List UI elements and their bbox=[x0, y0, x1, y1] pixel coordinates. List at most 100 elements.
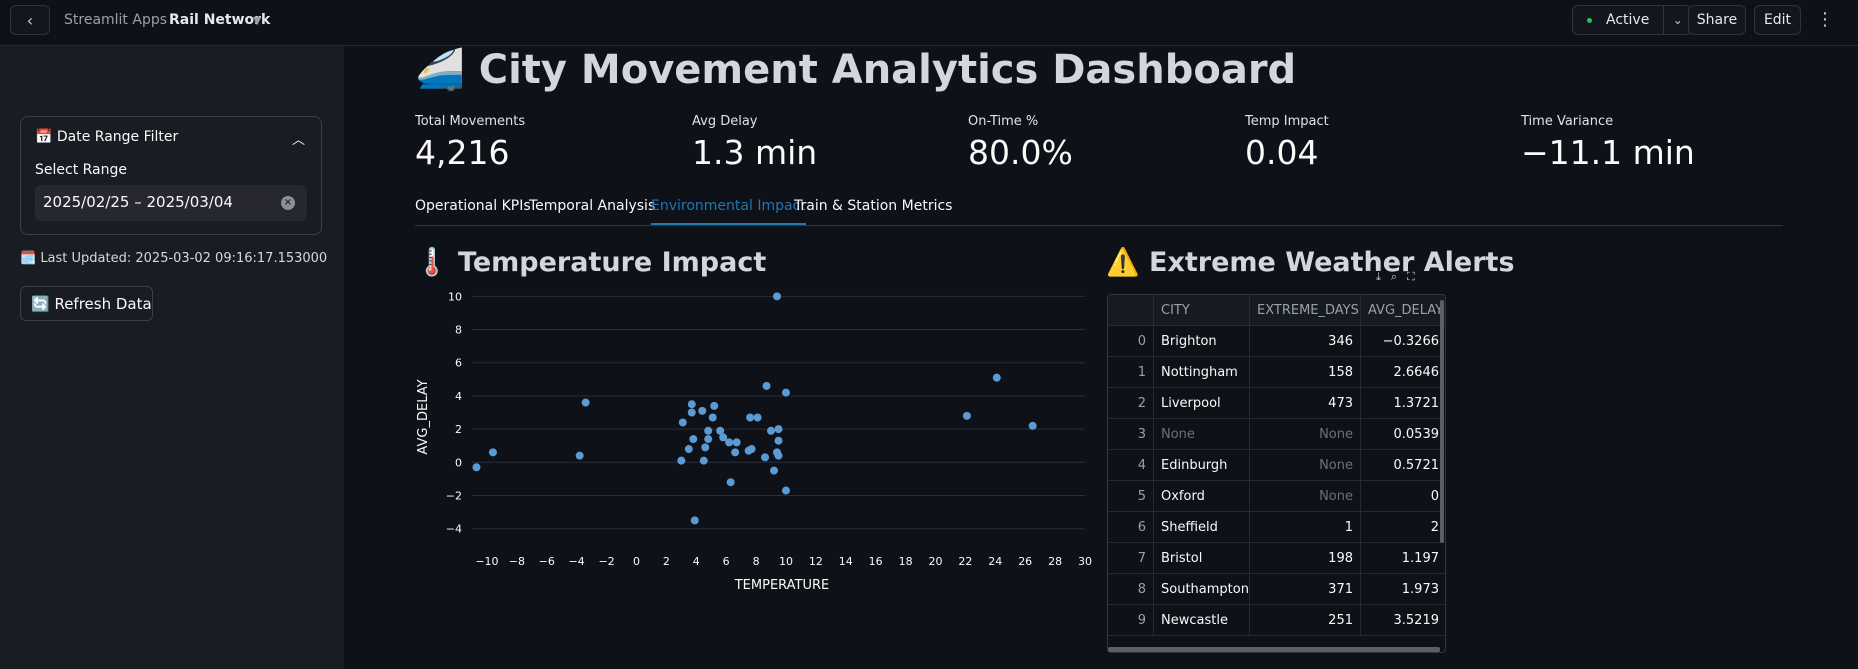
breadcrumb-apps[interactable]: Streamlit Apps bbox=[64, 12, 167, 28]
scatter-point[interactable] bbox=[774, 451, 783, 460]
table-cell[interactable]: 0.5721 bbox=[1361, 450, 1445, 481]
date-range-expander[interactable]: 📅 Date Range Filter ︿ Select Range 2025/… bbox=[20, 116, 322, 235]
temperature-scatter-chart[interactable]: −4−20246810 −10 −8 −6 −4 −2 0 2 4 6 8 10 12 14 16 18 20… bbox=[410, 283, 1100, 603]
table-cell[interactable]: Newcastle bbox=[1154, 605, 1250, 636]
chevron-up-icon[interactable]: ︿ bbox=[292, 129, 305, 148]
scatter-point[interactable] bbox=[689, 435, 698, 444]
scatter-point[interactable] bbox=[488, 448, 497, 457]
table-horizontal-scrollbar[interactable] bbox=[1108, 647, 1440, 652]
share-button[interactable]: Share bbox=[1688, 5, 1746, 35]
table-cell[interactable]: 1 bbox=[1108, 357, 1154, 388]
table-cell[interactable]: 8 bbox=[1108, 574, 1154, 605]
table-cell[interactable]: 5 bbox=[1108, 481, 1154, 512]
scatter-point[interactable] bbox=[781, 388, 790, 397]
clear-icon[interactable]: × bbox=[281, 196, 295, 210]
table-cell[interactable]: 0.0539 bbox=[1361, 419, 1445, 450]
scatter-point[interactable] bbox=[774, 436, 783, 445]
table-cell[interactable]: 7 bbox=[1108, 543, 1154, 574]
scatter-point[interactable] bbox=[731, 448, 740, 457]
scatter-point[interactable] bbox=[962, 411, 971, 420]
table-cell[interactable]: Brighton bbox=[1154, 326, 1250, 357]
table-cell[interactable]: 346 bbox=[1250, 326, 1361, 357]
scatter-point[interactable] bbox=[762, 381, 771, 390]
scatter-point[interactable] bbox=[581, 398, 590, 407]
table-cell[interactable]: 1.197 bbox=[1361, 543, 1445, 574]
table-cell[interactable]: 2 bbox=[1108, 388, 1154, 419]
table-cell[interactable]: Bristol bbox=[1154, 543, 1250, 574]
scatter-point[interactable] bbox=[687, 408, 696, 417]
scatter-point[interactable] bbox=[690, 516, 699, 525]
scatter-point[interactable] bbox=[774, 425, 783, 434]
table-cell[interactable]: 3 bbox=[1108, 419, 1154, 450]
weather-alerts-table[interactable]: CITY EXTREME_DAYS AVG_DELAY 0 Brighton 346 −0.… bbox=[1107, 294, 1446, 653]
fullscreen-icon[interactable]: ⛶ bbox=[1407, 270, 1415, 284]
table-cell[interactable]: Oxford bbox=[1154, 481, 1250, 512]
table-cell[interactable]: Edinburgh bbox=[1154, 450, 1250, 481]
download-icon[interactable]: ⤓ bbox=[1376, 270, 1381, 284]
table-cell[interactable]: 473 bbox=[1250, 388, 1361, 419]
table-cell[interactable]: None bbox=[1250, 419, 1361, 450]
scatter-point[interactable] bbox=[992, 373, 1001, 382]
scatter-point[interactable] bbox=[767, 426, 776, 435]
search-icon[interactable]: ⌕ bbox=[1391, 270, 1397, 284]
table-row[interactable]: 8 Southampton 371 1.973 bbox=[1108, 574, 1445, 605]
expander-title[interactable]: 📅 Date Range Filter bbox=[35, 129, 178, 145]
table-cell[interactable]: 371 bbox=[1250, 574, 1361, 605]
tab-temporal-analysis[interactable]: Temporal Analysis bbox=[529, 198, 655, 225]
table-row[interactable]: 5 Oxford None 0 bbox=[1108, 481, 1445, 512]
scatter-point[interactable] bbox=[684, 445, 693, 454]
table-row[interactable]: 7 Bristol 198 1.197 bbox=[1108, 543, 1445, 574]
column-header[interactable]: EXTREME_DAYS bbox=[1250, 295, 1361, 326]
scatter-point[interactable] bbox=[770, 466, 779, 475]
table-cell[interactable]: 1 bbox=[1250, 512, 1361, 543]
table-cell[interactable]: 2.6646 bbox=[1361, 357, 1445, 388]
date-range-input[interactable]: 2025/02/25 – 2025/03/04 × bbox=[35, 185, 307, 221]
table-vertical-scrollbar[interactable] bbox=[1440, 300, 1444, 543]
scatter-point[interactable] bbox=[677, 456, 686, 465]
status-dropdown[interactable]: Active ⌄ bbox=[1572, 5, 1693, 35]
table-cell[interactable]: None bbox=[1154, 419, 1250, 450]
scatter-point[interactable] bbox=[747, 445, 756, 454]
scatter-point[interactable] bbox=[725, 438, 734, 447]
scatter-point[interactable] bbox=[1028, 421, 1037, 430]
table-cell[interactable]: None bbox=[1250, 450, 1361, 481]
table-row[interactable]: 1 Nottingham 158 2.6646 bbox=[1108, 357, 1445, 388]
refresh-button[interactable]: 🔄 Refresh Data bbox=[20, 286, 153, 321]
table-row[interactable]: 9 Newcastle 251 3.5219 bbox=[1108, 605, 1445, 636]
scatter-point[interactable] bbox=[699, 456, 708, 465]
table-row[interactable]: 6 Sheffield 1 2 bbox=[1108, 512, 1445, 543]
scatter-point[interactable] bbox=[773, 292, 782, 301]
table-cell[interactable]: 0 bbox=[1361, 481, 1445, 512]
table-cell[interactable]: 6 bbox=[1108, 512, 1154, 543]
table-row[interactable]: 0 Brighton 346 −0.3266 bbox=[1108, 326, 1445, 357]
table-cell[interactable]: Southampton bbox=[1154, 574, 1250, 605]
table-row[interactable]: 2 Liverpool 473 1.3721 bbox=[1108, 388, 1445, 419]
scatter-point[interactable] bbox=[761, 453, 770, 462]
table-cell[interactable]: 251 bbox=[1250, 605, 1361, 636]
table-cell[interactable]: 1.973 bbox=[1361, 574, 1445, 605]
scatter-point[interactable] bbox=[472, 463, 481, 472]
table-cell[interactable]: 158 bbox=[1250, 357, 1361, 388]
column-header[interactable] bbox=[1108, 295, 1154, 326]
scatter-point[interactable] bbox=[710, 401, 719, 410]
scatter-point[interactable] bbox=[704, 435, 713, 444]
table-cell[interactable]: Sheffield bbox=[1154, 512, 1250, 543]
table-cell[interactable]: 1.3721 bbox=[1361, 388, 1445, 419]
table-cell[interactable]: 9 bbox=[1108, 605, 1154, 636]
scatter-point[interactable] bbox=[575, 451, 584, 460]
table-row[interactable]: 4 Edinburgh None 0.5721 bbox=[1108, 450, 1445, 481]
scatter-point[interactable] bbox=[687, 400, 696, 409]
back-button[interactable]: ‹ bbox=[10, 5, 50, 35]
table-cell[interactable]: None bbox=[1250, 481, 1361, 512]
scatter-point[interactable] bbox=[781, 486, 790, 495]
chevron-down-icon[interactable]: ▼ bbox=[253, 14, 261, 27]
table-cell[interactable]: 198 bbox=[1250, 543, 1361, 574]
column-header[interactable]: CITY bbox=[1154, 295, 1250, 326]
column-header[interactable]: AVG_DELAY bbox=[1361, 295, 1445, 326]
scatter-point[interactable] bbox=[746, 413, 755, 422]
more-vertical-icon[interactable]: ⋮ bbox=[1816, 9, 1834, 30]
scatter-point[interactable] bbox=[704, 426, 713, 435]
table-cell[interactable]: 0 bbox=[1108, 326, 1154, 357]
table-cell[interactable]: −0.3266 bbox=[1361, 326, 1445, 357]
table-cell[interactable]: Liverpool bbox=[1154, 388, 1250, 419]
